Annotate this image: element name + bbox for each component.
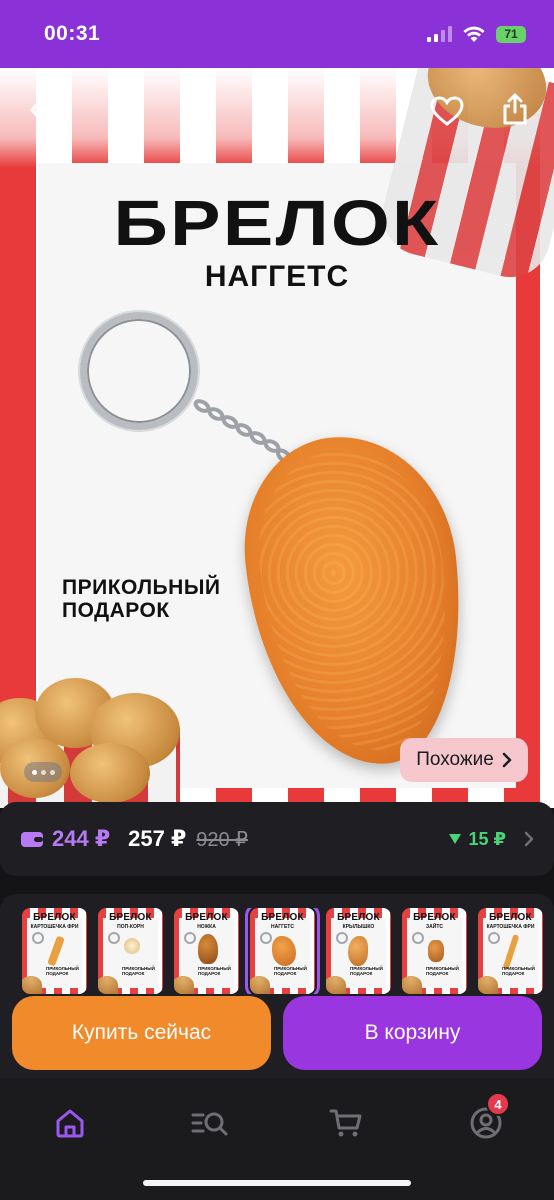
status-bar: 00:31 71 bbox=[0, 0, 554, 68]
price-drop-value: 15 ₽ bbox=[468, 828, 506, 849]
nav-profile[interactable]: 4 bbox=[456, 1092, 516, 1148]
variant-product-image bbox=[348, 936, 368, 966]
variant-keyring-image bbox=[108, 932, 120, 944]
variant-title: БРЕЛОК bbox=[489, 912, 532, 923]
variant-product-image bbox=[124, 938, 140, 954]
variant-keyring-image bbox=[412, 932, 424, 944]
variant-title: БРЕЛОК bbox=[261, 912, 304, 923]
caption-line-2: ПОДАРОК bbox=[62, 599, 170, 622]
variant-caption: ПРИКОЛЬНЫЙ ПОДАРОК bbox=[350, 966, 383, 976]
buy-now-button[interactable]: Купить сейчас bbox=[12, 996, 271, 1070]
similar-label: Похожие bbox=[416, 749, 494, 770]
home-indicator bbox=[143, 1180, 411, 1186]
variant-title: БРЕЛОК bbox=[337, 912, 380, 923]
card-price: 244 ₽ bbox=[52, 826, 111, 851]
nav-home[interactable] bbox=[40, 1098, 100, 1148]
status-indicators: 71 bbox=[427, 25, 526, 43]
variant-subtitle: НАГГЕТС bbox=[271, 924, 294, 930]
variant-caption: ПРИКОЛЬНЫЙ ПОДАРОК bbox=[46, 966, 79, 976]
variant-subtitle: ПОП-КОРН bbox=[117, 924, 144, 930]
variant-thumbnail[interactable]: БРЕЛОК НОЖКА ПРИКОЛЬНЫЙ ПОДАРОК bbox=[174, 908, 239, 994]
share-button[interactable] bbox=[496, 88, 534, 130]
regular-price: 257 ₽ bbox=[128, 826, 187, 851]
old-price: 920 ₽ bbox=[196, 828, 248, 851]
product-image-title: БРЕЛОК bbox=[113, 187, 441, 259]
product-image-caption: ПРИКОЛЬНЫЙ ПОДАРОК bbox=[62, 576, 282, 622]
variant-subtitle: КАРТОШЕЧКА ФРИ bbox=[30, 924, 79, 930]
variant-thumbnail[interactable]: БРЕЛОК КАРТОШЕЧКА ФРИ ПРИКОЛЬНЫЙ ПОДАРОК bbox=[22, 908, 87, 994]
variant-caption: ПРИКОЛЬНЫЙ ПОДАРОК bbox=[426, 966, 459, 976]
variant-bucket-image bbox=[478, 976, 498, 994]
variant-title: БРЕЛОК bbox=[413, 912, 456, 923]
wallet-icon bbox=[21, 832, 43, 847]
variant-bucket-image bbox=[250, 976, 270, 994]
nav-catalog[interactable] bbox=[180, 1098, 240, 1148]
variant-thumbnail[interactable]: БРЕЛОК КРЫЛЫШКО ПРИКОЛЬНЫЙ ПОДАРОК bbox=[326, 908, 391, 994]
chevron-right-icon bbox=[502, 752, 512, 768]
variant-bucket-image bbox=[402, 976, 422, 994]
chicken-bucket-image bbox=[0, 658, 195, 808]
variant-thumbnail[interactable]: БРЕЛОК КАРТОШЕЧКА ФРИ ПРИКОЛЬНЫЙ ПОДАРОК bbox=[478, 908, 543, 994]
variant-thumbnail[interactable]: БРЕЛОК НАГГЕТС ПРИКОЛЬНЫЙ ПОДАРОК bbox=[245, 908, 320, 994]
chevron-left-icon bbox=[30, 96, 46, 124]
variant-keyring-image bbox=[260, 932, 272, 944]
back-button[interactable] bbox=[20, 92, 56, 128]
add-to-cart-button[interactable]: В корзину bbox=[283, 996, 542, 1070]
notification-badge: 4 bbox=[486, 1092, 510, 1116]
product-image-subtitle: НАГГЕТС bbox=[204, 260, 350, 293]
variant-subtitle: КАРТОШЕЧКА ФРИ bbox=[486, 924, 535, 930]
variant-caption: ПРИКОЛЬНЫЙ ПОДАРОК bbox=[274, 966, 307, 976]
variant-product-image bbox=[428, 940, 444, 962]
chevron-right-icon bbox=[524, 831, 534, 847]
variant-caption: ПРИКОЛЬНЫЙ ПОДАРОК bbox=[122, 966, 155, 976]
variant-subtitle: НОЖКА bbox=[197, 924, 216, 930]
variant-caption: ПРИКОЛЬНЫЙ ПОДАРОК bbox=[502, 966, 535, 976]
catalog-search-icon bbox=[191, 1112, 228, 1136]
variant-selector[interactable]: БРЕЛОК КАРТОШЕЧКА ФРИ ПРИКОЛЬНЫЙ ПОДАРОК БР… bbox=[22, 908, 554, 994]
similar-products-button[interactable]: Похожие bbox=[400, 738, 528, 782]
variant-keyring-image bbox=[32, 932, 44, 944]
status-time: 00:31 bbox=[44, 22, 101, 45]
variant-subtitle: КРЫЛЫШКО bbox=[342, 924, 375, 930]
variant-subtitle: ЗАЙТС bbox=[425, 924, 443, 930]
variant-bucket-image bbox=[174, 976, 194, 994]
variant-keyring-image bbox=[336, 932, 348, 944]
variant-thumbnail[interactable]: БРЕЛОК ПОП-КОРН ПРИКОЛЬНЫЙ ПОДАРОК bbox=[98, 908, 163, 994]
cart-icon bbox=[329, 1109, 362, 1137]
wifi-icon bbox=[463, 26, 485, 42]
variant-keyring-image bbox=[184, 932, 196, 944]
variant-title: БРЕЛОК bbox=[33, 912, 76, 923]
price-drop-badge: 15 ₽ bbox=[448, 829, 506, 850]
share-icon bbox=[503, 93, 527, 125]
variant-title: БРЕЛОК bbox=[185, 912, 228, 923]
caption-line-1: ПРИКОЛЬНЫЙ bbox=[62, 576, 221, 599]
variant-title: БРЕЛОК bbox=[109, 912, 152, 923]
cellular-signal-icon bbox=[427, 26, 452, 42]
variant-caption: ПРИКОЛЬНЫЙ ПОДАРОК bbox=[198, 966, 231, 976]
nav-cart[interactable] bbox=[316, 1098, 376, 1148]
heart-icon bbox=[430, 96, 464, 126]
home-icon bbox=[56, 1109, 84, 1138]
triangle-down-icon bbox=[449, 834, 462, 844]
favorite-button[interactable] bbox=[428, 92, 466, 130]
variant-thumbnail[interactable]: БРЕЛОК ЗАЙТС ПРИКОЛЬНЫЙ ПОДАРОК bbox=[402, 908, 467, 994]
variant-keyring-image bbox=[488, 932, 500, 944]
variant-product-image bbox=[198, 934, 218, 964]
variant-bucket-image bbox=[326, 976, 346, 994]
battery-icon: 71 bbox=[496, 25, 526, 43]
image-pagination-indicator bbox=[24, 762, 62, 782]
price-card[interactable]: 244 ₽ 257 ₽ 920 ₽ 15 ₽ bbox=[0, 802, 554, 876]
variant-bucket-image bbox=[98, 976, 118, 994]
product-image-gallery[interactable]: БРЕЛОК НАГГЕТС ПРИКОЛЬНЫЙ ПОДАРОК bbox=[0, 68, 554, 808]
variant-bucket-image bbox=[22, 976, 42, 994]
